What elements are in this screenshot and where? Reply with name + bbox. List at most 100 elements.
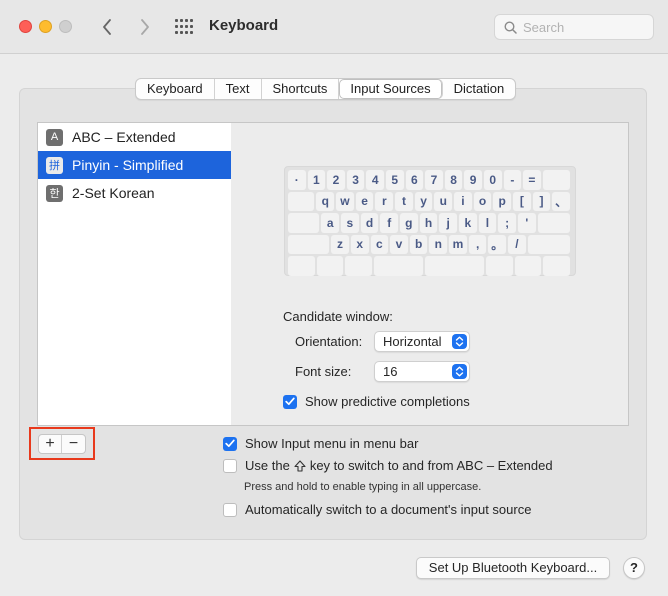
key: 7 [425, 170, 443, 190]
checkbox-empty [223, 502, 237, 517]
key-option [345, 256, 372, 276]
window-toolbar: Keyboard [0, 0, 668, 54]
key: ] [532, 191, 551, 211]
back-button[interactable] [95, 14, 119, 40]
key: 5 [385, 170, 404, 190]
key-arrows [543, 256, 571, 276]
key: = [523, 170, 541, 190]
key: f [380, 213, 399, 233]
key: ; [498, 213, 516, 233]
key: , [468, 234, 487, 254]
predictive-completions-checkbox[interactable]: Show predictive completions [283, 394, 470, 409]
keyboard-row-1: · 1 2 3 4 5 6 7 8 9 0 - = [288, 170, 572, 190]
source-item-label: 2-Set Korean [72, 185, 155, 201]
add-remove-highlight: + − [29, 427, 95, 460]
orientation-select[interactable]: Horizontal [374, 331, 470, 352]
checkbox-empty [223, 458, 237, 473]
key: d [360, 213, 379, 233]
key: 6 [405, 170, 424, 190]
predictive-completions-label: Show predictive completions [305, 394, 470, 409]
key: s [341, 213, 359, 233]
source-item-abc-extended[interactable]: A ABC – Extended [38, 123, 231, 151]
remove-input-source-button[interactable]: − [62, 435, 85, 453]
pinyin-icon: 拼 [46, 156, 63, 174]
shift-switch-label-before: Use the [245, 458, 290, 473]
add-input-source-button[interactable]: + [39, 435, 63, 453]
up-down-chevron-icon [452, 334, 467, 349]
keyboard-row-3: a s d f g h j k l ; ' [288, 213, 572, 233]
candidate-window-heading: Candidate window: [283, 309, 393, 324]
key: p [493, 191, 512, 211]
source-item-label: Pinyin - Simplified [72, 157, 184, 173]
auto-switch-label: Automatically switch to a document's inp… [245, 502, 532, 517]
search-icon [504, 21, 517, 34]
key: q [316, 191, 335, 211]
chevron-left-icon [103, 19, 111, 35]
key-option-right [514, 256, 542, 276]
keyboard-row-4: z x c v b n m , 。 / [288, 234, 572, 254]
close-window-button[interactable] [19, 20, 32, 33]
auto-switch-checkbox[interactable]: Automatically switch to a document's inp… [223, 502, 531, 517]
keyboard-row-5 [288, 256, 572, 276]
key: l [478, 213, 497, 233]
key-tab [288, 191, 315, 211]
orientation-label: Orientation: [295, 334, 363, 349]
help-button[interactable]: ? [623, 557, 645, 579]
show-input-menu-checkbox[interactable]: Show Input menu in menu bar [223, 436, 418, 451]
key: 4 [366, 170, 384, 190]
key: [ [513, 191, 531, 211]
source-item-pinyin-simplified[interactable]: 拼 Pinyin - Simplified [38, 151, 231, 179]
font-size-select[interactable]: 16 [374, 361, 470, 382]
checkmark-icon [283, 394, 297, 409]
key: r [375, 191, 394, 211]
zoom-window-button[interactable] [59, 20, 72, 33]
show-all-grid-icon[interactable] [175, 19, 193, 35]
key: h [419, 213, 438, 233]
key: a [321, 213, 340, 233]
key-left-shift [288, 234, 330, 254]
source-item-korean[interactable]: 한 2-Set Korean [38, 179, 231, 207]
tab-bar: Keyboard Text Shortcuts Input Sources Di… [135, 78, 517, 100]
font-size-label: Font size: [295, 364, 352, 379]
key: e [355, 191, 374, 211]
minimize-window-button[interactable] [39, 20, 52, 33]
key: g [400, 213, 418, 233]
key: k [458, 213, 477, 233]
korean-icon: 한 [46, 184, 63, 202]
tab-keyboard[interactable]: Keyboard [136, 79, 215, 99]
tab-dictation[interactable]: Dictation [443, 79, 516, 99]
tab-shortcuts[interactable]: Shortcuts [262, 79, 340, 99]
key-command-right [486, 256, 513, 276]
key: o [473, 191, 492, 211]
add-remove-control: + − [38, 434, 86, 454]
keyboard-layout-preview: · 1 2 3 4 5 6 7 8 9 0 - = q w e r t y u … [284, 166, 576, 276]
key: 、 [552, 191, 571, 211]
setup-bluetooth-keyboard-button[interactable]: Set Up Bluetooth Keyboard... [416, 557, 610, 579]
key-caps-lock [288, 213, 320, 233]
key: 8 [444, 170, 463, 190]
tab-input-sources[interactable]: Input Sources [339, 79, 443, 99]
key: i [454, 191, 472, 211]
key: t [395, 191, 413, 211]
forward-button[interactable] [133, 14, 157, 40]
key: y [414, 191, 433, 211]
shift-switch-note: Press and hold to enable typing in all u… [244, 481, 482, 493]
font-size-value: 16 [383, 364, 398, 379]
window-title: Keyboard [209, 17, 279, 34]
shift-switch-checkbox[interactable]: Use the key to switch to and from ABC – … [223, 458, 553, 473]
search-field[interactable] [494, 14, 654, 40]
search-input[interactable] [523, 18, 648, 36]
tab-text[interactable]: Text [215, 79, 262, 99]
shift-switch-label-after: key to switch to and from ABC – Extended [309, 458, 553, 473]
key-space [425, 256, 485, 276]
key: 0 [483, 170, 502, 190]
key: x [350, 234, 369, 254]
key: b [409, 234, 428, 254]
key-right-shift [527, 234, 570, 254]
input-sources-list: A ABC – Extended 拼 Pinyin - Simplified 한… [37, 122, 232, 426]
checkmark-icon [223, 436, 237, 451]
keyboard-row-2: q w e r t y u i o p [ ] 、 [288, 191, 572, 211]
key: v [390, 234, 408, 254]
source-item-label: ABC – Extended [72, 129, 176, 145]
key: u [434, 191, 453, 211]
